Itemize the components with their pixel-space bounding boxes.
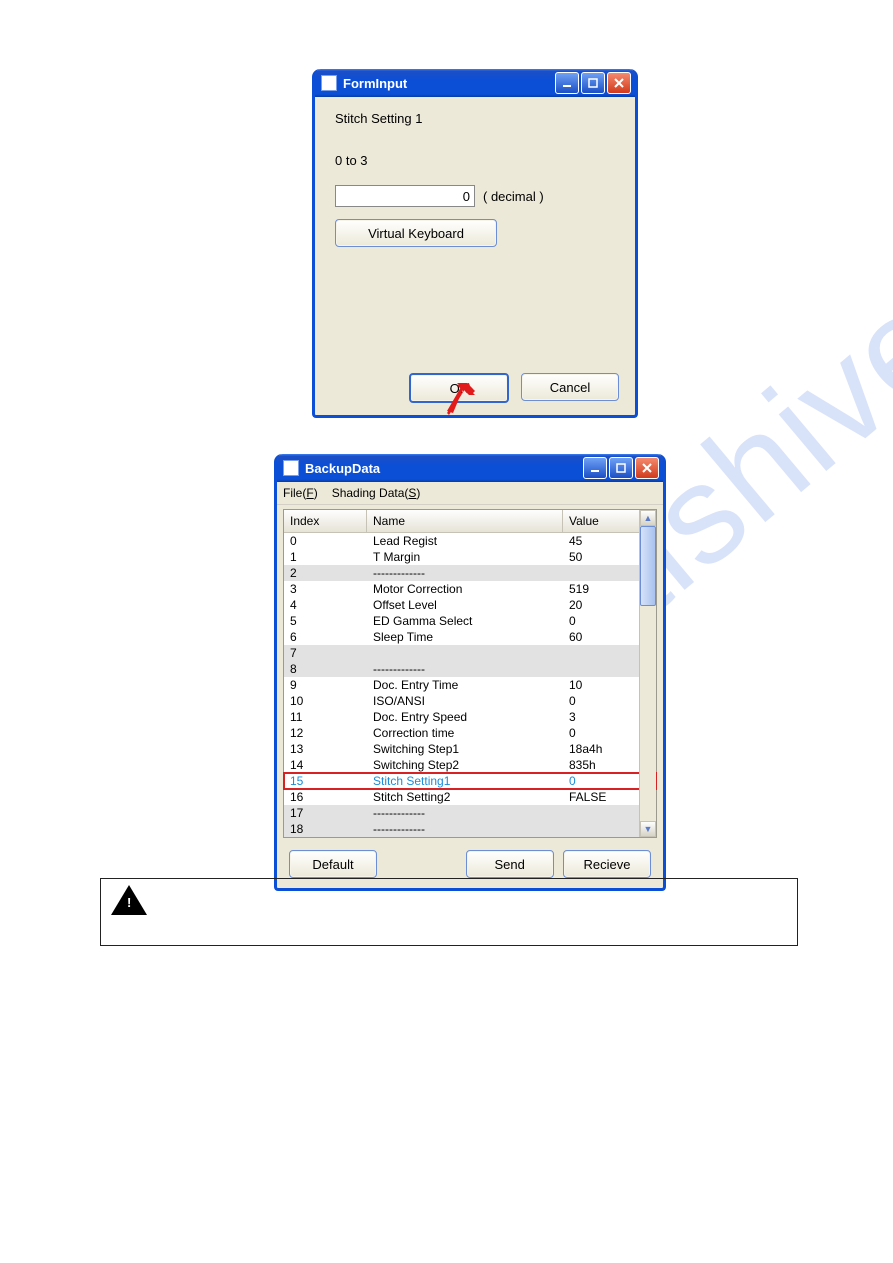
menu-shading[interactable]: Shading Data(S) (332, 486, 421, 500)
send-label: Send (494, 857, 524, 872)
table-row[interactable]: 1T Margin50 (284, 549, 656, 565)
default-button[interactable]: Default (289, 850, 377, 878)
minimize-button[interactable] (555, 72, 579, 94)
table-row[interactable]: 15Stitch Setting10 (284, 773, 656, 789)
cell-name: Stitch Setting1 (367, 773, 563, 789)
cell-name: Correction time (367, 725, 563, 741)
table-row[interactable]: 9Doc. Entry Time10 (284, 677, 656, 693)
cell-index: 13 (284, 741, 367, 757)
warning-triangle-icon: ! (111, 885, 147, 915)
cell-name: Switching Step2 (367, 757, 563, 773)
maximize-button[interactable] (581, 72, 605, 94)
scroll-up-button[interactable]: ▲ (640, 510, 656, 526)
cell-index: 12 (284, 725, 367, 741)
cell-index: 9 (284, 677, 367, 693)
cell-name: Lead Regist (367, 533, 563, 550)
setting-name-label: Stitch Setting 1 (335, 111, 422, 126)
table-row[interactable]: 8------------- (284, 661, 656, 677)
cell-index: 5 (284, 613, 367, 629)
table-row[interactable]: 12Correction time0 (284, 725, 656, 741)
app-icon (283, 460, 299, 476)
value-input[interactable] (335, 185, 475, 207)
cell-name: Switching Step1 (367, 741, 563, 757)
cell-index: 14 (284, 757, 367, 773)
cell-index: 0 (284, 533, 367, 550)
cancel-label: Cancel (550, 380, 590, 395)
cell-name (367, 645, 563, 661)
cell-index: 8 (284, 661, 367, 677)
cell-name: ISO/ANSI (367, 693, 563, 709)
table-row[interactable]: 7 (284, 645, 656, 661)
cell-name: Stitch Setting2 (367, 789, 563, 805)
table-row[interactable]: 4Offset Level20 (284, 597, 656, 613)
cell-index: 11 (284, 709, 367, 725)
cancel-button[interactable]: Cancel (521, 373, 619, 401)
data-table: Index Name Value 0Lead Regist451T Margin… (284, 510, 656, 837)
cell-index: 1 (284, 549, 367, 565)
cell-index: 10 (284, 693, 367, 709)
data-table-wrap: Index Name Value 0Lead Regist451T Margin… (283, 509, 657, 838)
maximize-button[interactable] (609, 457, 633, 479)
app-icon (321, 75, 337, 91)
table-row[interactable]: 3Motor Correction519 (284, 581, 656, 597)
table-row[interactable]: 6Sleep Time60 (284, 629, 656, 645)
cell-name: Doc. Entry Speed (367, 709, 563, 725)
table-row[interactable]: 0Lead Regist45 (284, 533, 656, 550)
cell-name: Doc. Entry Time (367, 677, 563, 693)
scroll-thumb[interactable] (640, 526, 656, 606)
cell-name: Sleep Time (367, 629, 563, 645)
cell-index: 18 (284, 821, 367, 837)
forminput-window: FormInput Stitch Setting 1 0 to 3 ( deci… (312, 69, 638, 418)
cell-index: 3 (284, 581, 367, 597)
cell-name: T Margin (367, 549, 563, 565)
table-row[interactable]: 18------------- (284, 821, 656, 837)
menu-file[interactable]: File(F) (283, 486, 318, 500)
cell-index: 6 (284, 629, 367, 645)
table-row[interactable]: 13Switching Step118a4h (284, 741, 656, 757)
send-button[interactable]: Send (466, 850, 554, 878)
virtual-keyboard-label: Virtual Keyboard (368, 226, 464, 241)
cell-index: 15 (284, 773, 367, 789)
table-row[interactable]: 17------------- (284, 805, 656, 821)
virtual-keyboard-button[interactable]: Virtual Keyboard (335, 219, 497, 247)
cell-index: 2 (284, 565, 367, 581)
vertical-scrollbar[interactable]: ▲ ▼ (639, 510, 656, 837)
table-row[interactable]: 2------------- (284, 565, 656, 581)
cell-index: 16 (284, 789, 367, 805)
backupdata-titlebar[interactable]: BackupData (277, 454, 663, 482)
default-label: Default (312, 857, 353, 872)
scroll-down-button[interactable]: ▼ (640, 821, 656, 837)
table-row[interactable]: 11Doc. Entry Speed3 (284, 709, 656, 725)
menu-bar: File(F) Shading Data(S) (277, 482, 663, 505)
red-arrow-annotation (445, 383, 475, 417)
cell-name: ED Gamma Select (367, 613, 563, 629)
backupdata-title: BackupData (305, 461, 380, 476)
receive-button[interactable]: Recieve (563, 850, 651, 878)
backupdata-window: BackupData File(F) Shading Data(S) Index (274, 454, 666, 891)
table-row[interactable]: 10ISO/ANSI0 (284, 693, 656, 709)
table-row[interactable]: 16Stitch Setting2FALSE (284, 789, 656, 805)
cell-name: ------------- (367, 821, 563, 837)
col-header-index[interactable]: Index (284, 510, 367, 533)
close-button[interactable] (607, 72, 631, 94)
cell-name: ------------- (367, 661, 563, 677)
range-label: 0 to 3 (335, 153, 368, 168)
close-button[interactable] (635, 457, 659, 479)
forminput-titlebar[interactable]: FormInput (315, 69, 635, 97)
cell-name: ------------- (367, 565, 563, 581)
warning-box: ! (100, 878, 798, 946)
cell-index: 4 (284, 597, 367, 613)
forminput-title: FormInput (343, 76, 407, 91)
minimize-button[interactable] (583, 457, 607, 479)
table-row[interactable]: 14Switching Step2835h (284, 757, 656, 773)
table-row[interactable]: 5ED Gamma Select0 (284, 613, 656, 629)
cell-name: Motor Correction (367, 581, 563, 597)
receive-label: Recieve (584, 857, 631, 872)
cell-index: 7 (284, 645, 367, 661)
decimal-label: ( decimal ) (483, 189, 544, 204)
col-header-name[interactable]: Name (367, 510, 563, 533)
cell-name: ------------- (367, 805, 563, 821)
cell-index: 17 (284, 805, 367, 821)
cell-name: Offset Level (367, 597, 563, 613)
